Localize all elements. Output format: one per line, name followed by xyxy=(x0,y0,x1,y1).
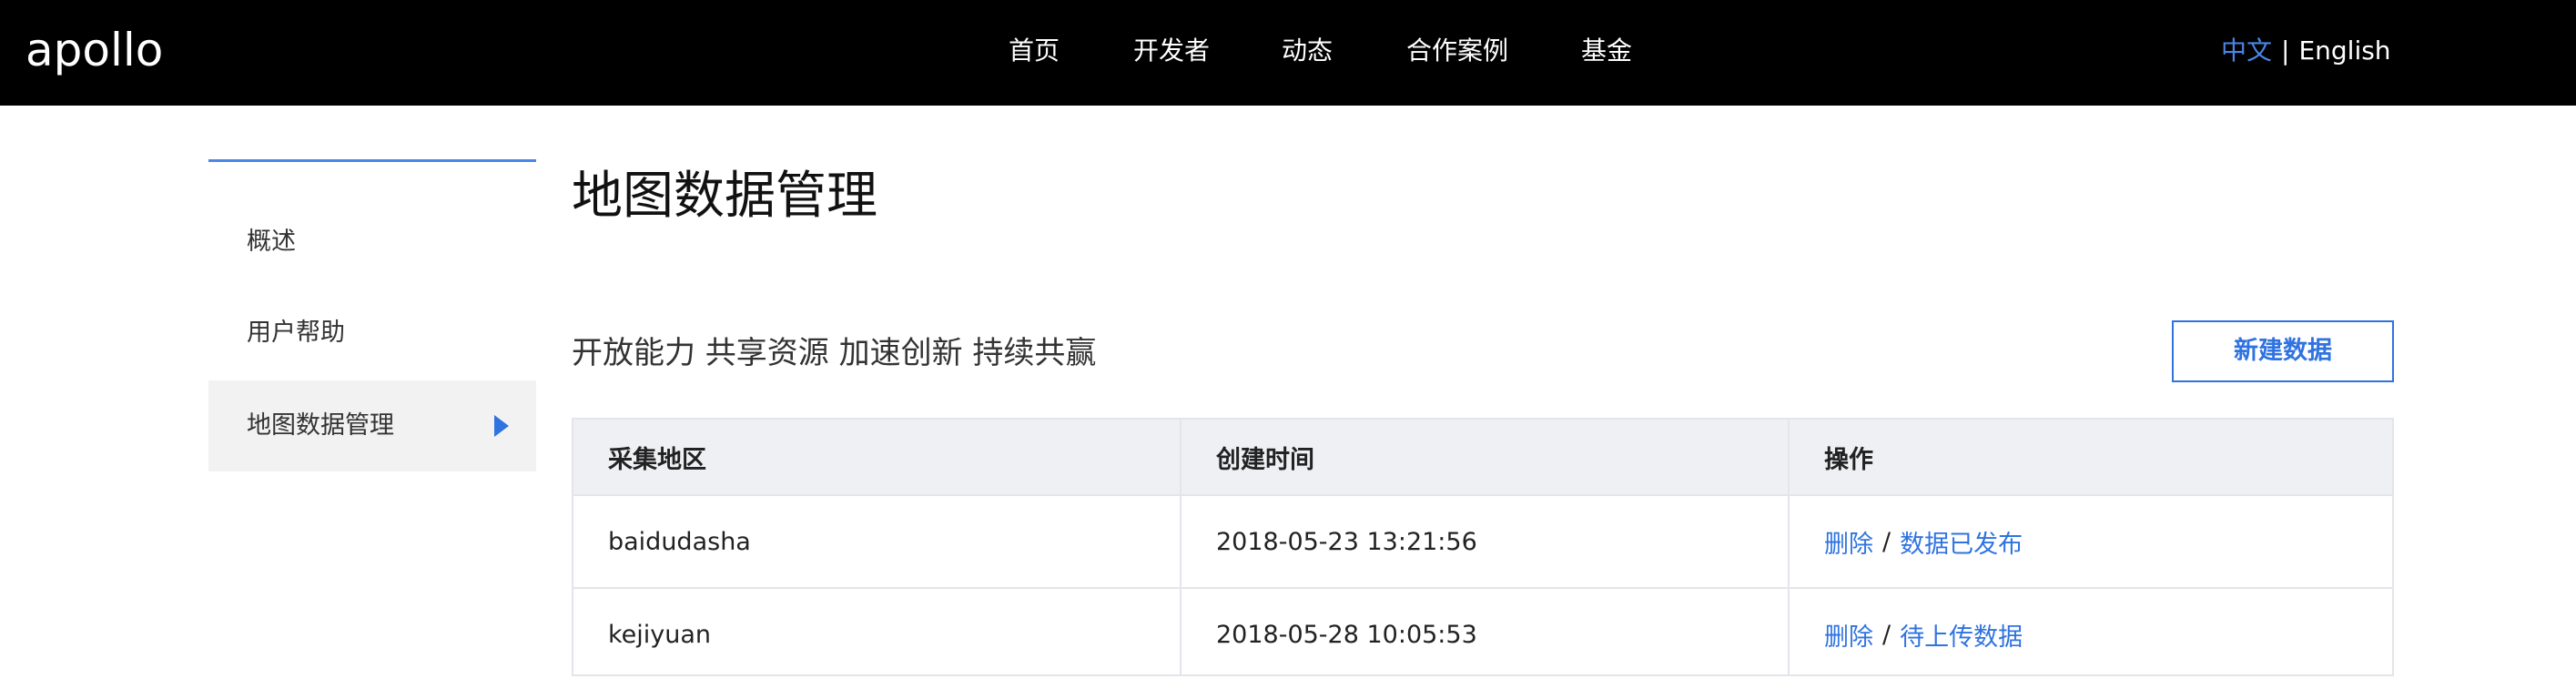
delete-link[interactable]: 删除 xyxy=(1824,617,1873,653)
status-link[interactable]: 数据已发布 xyxy=(1900,524,2023,560)
page-title: 地图数据管理 xyxy=(572,167,877,226)
table-row: kejiyuan 2018-05-28 10:05:53 删除 / 待上传数据 xyxy=(573,587,2392,680)
slogan-text: 开放能力 共享资源 加速创新 持续共赢 xyxy=(572,335,1097,371)
language-switcher: 中文 | English xyxy=(2221,33,2391,69)
column-header-created: 创建时间 xyxy=(1216,445,1314,474)
sidebar-top-line xyxy=(208,159,536,162)
column-divider xyxy=(1180,420,1182,674)
column-header-actions: 操作 xyxy=(1824,445,1873,474)
column-header-region: 采集地区 xyxy=(608,445,706,474)
new-data-button[interactable]: 新建数据 xyxy=(2172,320,2394,382)
sidebar-item-label: 地图数据管理 xyxy=(247,411,394,440)
nav-news[interactable]: 动态 xyxy=(1282,33,1333,69)
actions-cell: 删除 / 数据已发布 xyxy=(1824,496,2023,587)
actions-cell: 删除 / 待上传数据 xyxy=(1824,589,2023,680)
nav-fund[interactable]: 基金 xyxy=(1581,33,1632,69)
region-cell: baidudasha xyxy=(608,527,751,556)
sidebar-item-label: 概述 xyxy=(247,228,296,256)
table-header-row: 采集地区 创建时间 操作 xyxy=(573,420,2392,494)
lang-english[interactable]: English xyxy=(2298,35,2390,66)
sidebar-item-label: 用户帮助 xyxy=(247,319,345,347)
lang-chinese[interactable]: 中文 xyxy=(2221,35,2272,66)
region-cell: kejiyuan xyxy=(608,620,712,649)
nav-developer[interactable]: 开发者 xyxy=(1133,33,1210,69)
svg-text:apollo: apollo xyxy=(25,25,163,76)
apollo-logo[interactable]: apollo xyxy=(25,25,180,76)
nav-home[interactable]: 首页 xyxy=(1009,33,1060,69)
created-time-cell: 2018-05-28 10:05:53 xyxy=(1216,620,1477,649)
action-separator: / xyxy=(1882,620,1891,649)
lang-separator: | xyxy=(2281,35,2290,66)
sidebar-item-map-data[interactable]: 地图数据管理 xyxy=(208,380,536,471)
data-table: 采集地区 创建时间 操作 baidudasha 2018-05-23 13:21… xyxy=(572,418,2394,676)
sidebar-item-overview[interactable]: 概述 xyxy=(208,197,536,288)
column-divider xyxy=(1788,420,1790,674)
top-navbar: apollo 首页 开发者 动态 合作案例 基金 中文 | English xyxy=(0,0,2576,106)
sidebar-item-help[interactable]: 用户帮助 xyxy=(208,288,536,379)
delete-link[interactable]: 删除 xyxy=(1824,524,1873,560)
status-link[interactable]: 待上传数据 xyxy=(1900,617,2023,653)
action-separator: / xyxy=(1882,527,1891,556)
table-row: baidudasha 2018-05-23 13:21:56 删除 / 数据已发布 xyxy=(573,494,2392,587)
created-time-cell: 2018-05-23 13:21:56 xyxy=(1216,527,1477,556)
nav-cases[interactable]: 合作案例 xyxy=(1406,33,1508,69)
caret-right-icon xyxy=(494,415,509,437)
